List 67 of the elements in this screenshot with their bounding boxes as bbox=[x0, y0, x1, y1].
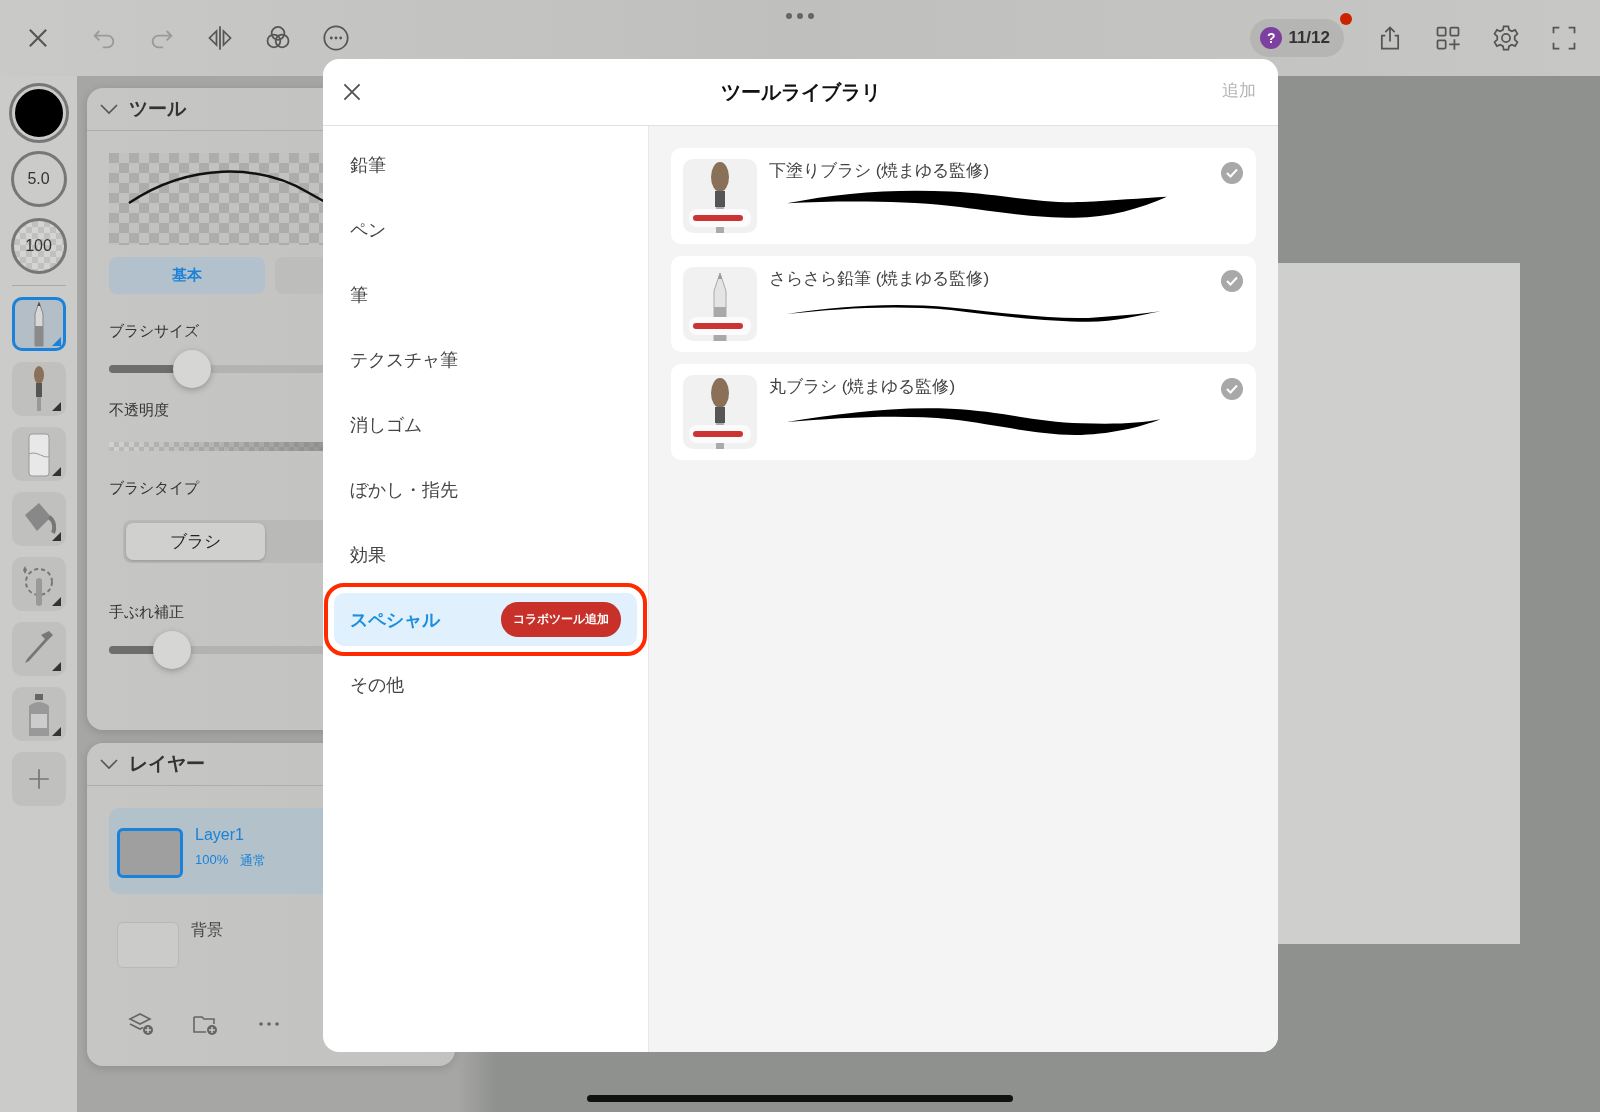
category-item[interactable]: テクスチャ筆 bbox=[334, 333, 637, 386]
brush-icon bbox=[683, 375, 757, 449]
category-item[interactable]: ぼかし・指先 bbox=[334, 463, 637, 516]
brush-name: さらさら鉛筆 (焼まゆる監修) bbox=[769, 268, 991, 290]
brush-size-value[interactable]: 5.0 bbox=[10, 151, 67, 207]
brush-name: 丸ブラシ (焼まゆる監修) bbox=[769, 376, 957, 398]
category-label: 効果 bbox=[350, 543, 386, 567]
pencil-icon bbox=[32, 300, 45, 348]
check-icon[interactable] bbox=[1220, 161, 1244, 185]
brush-name: 下塗りブラシ (焼まゆる監修) bbox=[769, 160, 991, 182]
pencil-icon bbox=[683, 267, 757, 341]
category-label: その他 bbox=[350, 673, 404, 697]
brush-card[interactable]: さらさら鉛筆 (焼まゆる監修) bbox=[671, 256, 1256, 352]
add-tool-button[interactable] bbox=[11, 752, 66, 806]
layer-name: 背景 bbox=[191, 920, 223, 940]
chevron-icon[interactable] bbox=[99, 103, 119, 115]
panel-title: ツール bbox=[129, 97, 186, 121]
layer-thumbnail bbox=[117, 828, 183, 878]
add-grid-icon[interactable] bbox=[1434, 24, 1462, 52]
brush-icon bbox=[683, 159, 757, 233]
setting-label: 不透明度 bbox=[109, 401, 169, 420]
collab-badge: コラボツール追加 bbox=[501, 602, 621, 637]
color-swatch[interactable] bbox=[11, 86, 66, 140]
mirror-icon[interactable] bbox=[206, 24, 234, 52]
panel-title: レイヤー bbox=[129, 752, 205, 776]
setting-label: 手ぶれ補正 bbox=[109, 603, 184, 622]
category-item[interactable]: 鉛筆 bbox=[334, 138, 637, 191]
brush-card[interactable]: 丸ブラシ (焼まゆる監修) bbox=[671, 364, 1256, 460]
category-label: 筆 bbox=[350, 283, 368, 307]
settings-icon[interactable] bbox=[1492, 24, 1520, 52]
brush-type-option[interactable]: ブラシ bbox=[126, 523, 265, 560]
tool-button[interactable] bbox=[11, 622, 66, 676]
tool-button[interactable] bbox=[11, 687, 66, 741]
category-item[interactable]: その他 bbox=[334, 658, 637, 711]
add-layer-icon[interactable] bbox=[127, 1010, 155, 1038]
category-label: スペシャル bbox=[350, 608, 440, 632]
category-label: テクスチャ筆 bbox=[350, 348, 458, 372]
brush-card[interactable]: 下塗りブラシ (焼まゆる監修) bbox=[671, 148, 1256, 244]
category-item[interactable]: 効果 bbox=[334, 528, 637, 581]
dialog-title: ツールライブラリ bbox=[720, 79, 881, 105]
setting-label: ブラシサイズ bbox=[109, 322, 199, 341]
category-label: ペン bbox=[350, 218, 386, 242]
check-icon[interactable] bbox=[1220, 269, 1244, 293]
tool-button[interactable] bbox=[11, 492, 66, 546]
category-label: 鉛筆 bbox=[350, 153, 386, 177]
category-label: ぼかし・指先 bbox=[350, 478, 458, 502]
tool-button[interactable] bbox=[11, 297, 66, 351]
tool-button[interactable] bbox=[11, 362, 66, 416]
drag-handle-icon[interactable] bbox=[785, 12, 815, 20]
tool-button[interactable] bbox=[11, 427, 66, 481]
blend-mode: 通常 bbox=[240, 852, 267, 870]
chevron-icon[interactable] bbox=[99, 758, 119, 770]
setting-label: ブラシタイプ bbox=[109, 479, 199, 498]
more-icon[interactable] bbox=[322, 24, 350, 52]
category-item[interactable]: ペン bbox=[334, 203, 637, 256]
category-item[interactable]: 消しゴム bbox=[334, 398, 637, 451]
category-label: 消しゴム bbox=[350, 413, 422, 437]
opacity-value[interactable]: 100 bbox=[10, 218, 67, 274]
check-icon[interactable] bbox=[1220, 377, 1244, 401]
layer-row[interactable]: 背景 bbox=[109, 902, 449, 988]
category-item[interactable]: 筆 bbox=[334, 268, 637, 321]
notice-button[interactable]: ? 11/12 bbox=[1250, 19, 1344, 57]
brush-icon bbox=[32, 365, 45, 413]
fullscreen-icon[interactable] bbox=[1550, 24, 1578, 52]
layer-name: Layer1 bbox=[195, 826, 245, 844]
layer-opacity: 100% bbox=[195, 852, 229, 869]
tool-button[interactable] bbox=[11, 557, 66, 611]
